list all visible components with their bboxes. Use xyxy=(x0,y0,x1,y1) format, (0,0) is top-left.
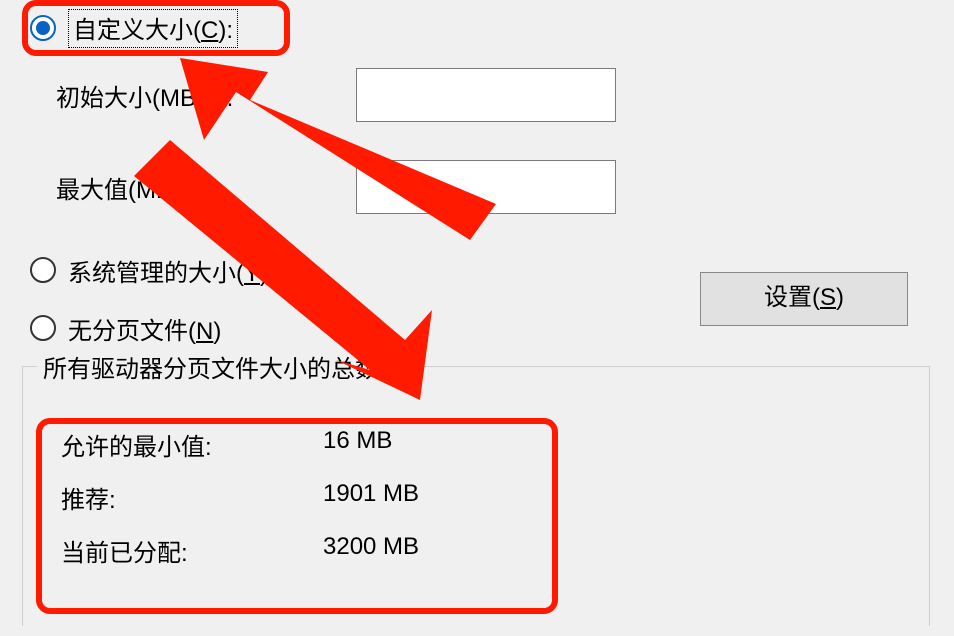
label-min: 允许的最小值: xyxy=(61,427,323,462)
label-recommended: 推荐: xyxy=(61,480,323,515)
radio-icon xyxy=(30,257,56,283)
label-current: 当前已分配: xyxy=(61,533,323,568)
label-initial-size: 初始大小(MB)(I): xyxy=(56,78,356,113)
radio-icon xyxy=(30,15,56,41)
row-current: 当前已分配: 3200 MB xyxy=(61,533,929,568)
row-max-size: 最大值(MB)(X): xyxy=(56,160,940,214)
radio-no-paging-label: 无分页文件(N) xyxy=(68,311,221,346)
set-button[interactable]: 设置(S) xyxy=(700,272,908,326)
value-recommended: 1901 MB xyxy=(323,480,419,515)
input-initial-size[interactable] xyxy=(356,68,616,122)
radio-custom-size[interactable]: 自定义大小(C): xyxy=(30,10,940,46)
radio-icon xyxy=(30,315,56,341)
totals-group-title: 所有驱动器分页文件大小的总数 xyxy=(37,349,385,384)
row-initial-size: 初始大小(MB)(I): xyxy=(56,68,940,122)
totals-group: 所有驱动器分页文件大小的总数 允许的最小值: 16 MB 推荐: 1901 MB… xyxy=(22,366,930,626)
value-min: 16 MB xyxy=(323,427,392,462)
input-max-size[interactable] xyxy=(356,160,616,214)
label-max-size: 最大值(MB)(X): xyxy=(56,170,356,205)
row-recommended: 推荐: 1901 MB xyxy=(61,480,929,515)
value-current: 3200 MB xyxy=(323,533,419,568)
radio-custom-size-label: 自定义大小(C): xyxy=(68,9,238,48)
radio-system-managed-label: 系统管理的大小(Y) xyxy=(68,253,268,288)
row-min: 允许的最小值: 16 MB xyxy=(61,427,929,462)
